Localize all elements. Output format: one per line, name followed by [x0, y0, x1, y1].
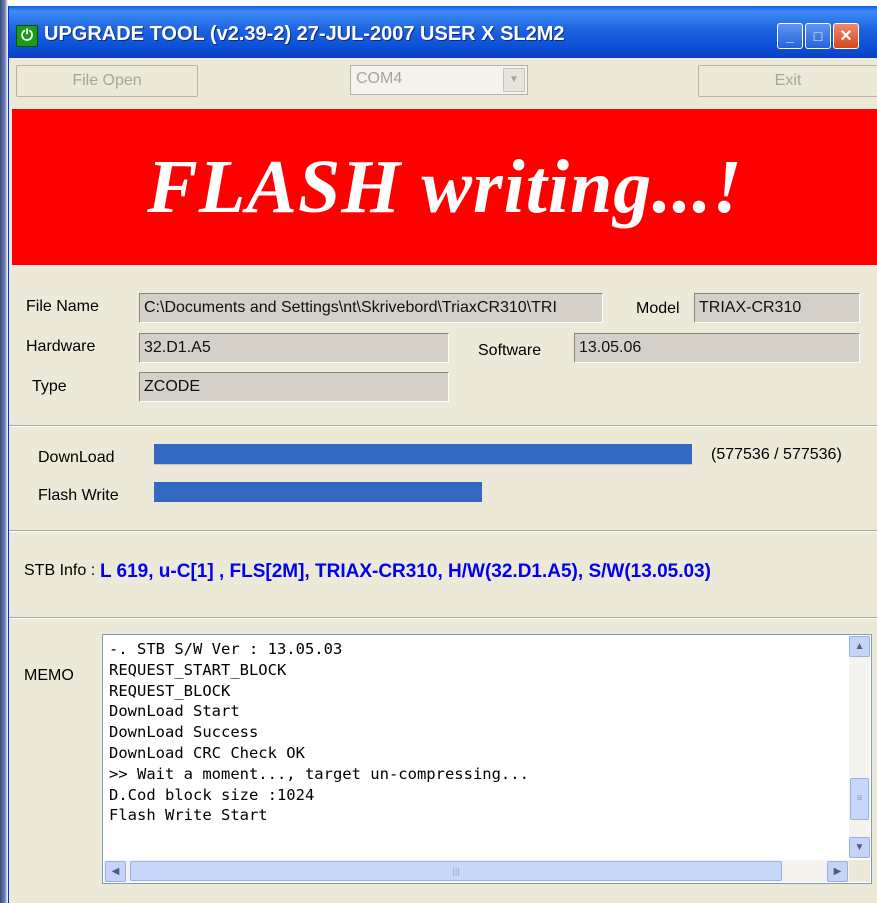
- flash-write-progress-bar: [154, 480, 692, 502]
- memo-textarea[interactable]: -. STB S/W Ver : 13.05.03 REQUEST_START_B…: [102, 634, 872, 884]
- upgrade-tool-window: ⏻ UPGRADE TOOL (v2.39-2) 27-JUL-2007 USE…: [8, 6, 877, 903]
- model-field: TRIAX-CR310: [694, 293, 860, 323]
- model-label: Model: [636, 300, 680, 317]
- scroll-right-icon[interactable]: ▶: [827, 861, 848, 882]
- memo-line: DownLoad Start: [109, 702, 240, 721]
- power-icon[interactable]: ⏻: [16, 25, 38, 47]
- banner-text: FLASH writing...!: [147, 145, 743, 229]
- download-label: DownLoad: [38, 449, 115, 466]
- download-count: (577536 / 577536): [711, 446, 842, 463]
- download-progress-fill: [154, 444, 692, 464]
- status-banner: FLASH writing...!: [12, 109, 877, 265]
- divider: [9, 425, 877, 427]
- memo-line: >> Wait a moment..., target un-compressi…: [109, 764, 529, 783]
- file-name-field: C:\Documents and Settings\nt\Skrivebord\…: [139, 293, 603, 323]
- horizontal-scroll-thumb[interactable]: |||: [130, 861, 782, 881]
- scroll-left-icon[interactable]: ◀: [105, 861, 126, 882]
- minimize-button[interactable]: _: [777, 23, 803, 49]
- port-value: COM4: [356, 70, 403, 87]
- memo-line: -. STB S/W Ver : 13.05.03: [109, 640, 343, 658]
- memo-line: DownLoad Success: [109, 723, 259, 742]
- memo-line: REQUEST_BLOCK: [109, 681, 231, 700]
- divider: [9, 617, 877, 619]
- flash-write-label: Flash Write: [38, 487, 119, 504]
- software-label: Software: [478, 342, 542, 359]
- maximize-button[interactable]: □: [805, 23, 831, 49]
- title-bar[interactable]: ⏻ UPGRADE TOOL (v2.39-2) 27-JUL-2007 USE…: [9, 6, 877, 58]
- memo-label: MEMO: [24, 667, 74, 684]
- stb-info-value: L 619, u-C[1] , FLS[2M], TRIAX-CR310, H/…: [100, 561, 711, 582]
- scroll-down-icon[interactable]: ▼: [849, 837, 870, 858]
- chevron-down-icon[interactable]: ▼: [503, 68, 525, 92]
- type-field: ZCODE: [139, 372, 449, 402]
- download-progress-bar: [154, 442, 692, 465]
- close-icon: ×: [840, 25, 852, 47]
- window-title: UPGRADE TOOL (v2.39-2) 27-JUL-2007 USER …: [44, 23, 565, 45]
- memo-line: DownLoad CRC Check OK: [109, 743, 305, 762]
- type-label: Type: [32, 378, 67, 395]
- vertical-scroll-thumb[interactable]: ≡: [850, 778, 869, 820]
- scroll-up-icon[interactable]: ▲: [849, 636, 870, 657]
- maximize-icon: □: [813, 28, 823, 44]
- file-name-label: File Name: [26, 298, 99, 315]
- flash-write-progress-fill: [154, 482, 482, 502]
- desktop-edge: [0, 0, 8, 903]
- memo-line: REQUEST_START_BLOCK: [109, 660, 287, 679]
- memo-line: D.Cod block size :1024: [109, 785, 315, 804]
- port-select[interactable]: COM4 ▼: [350, 65, 528, 95]
- scrollbar-corner: [849, 860, 870, 882]
- exit-button[interactable]: Exit: [698, 65, 877, 97]
- hardware-label: Hardware: [26, 338, 96, 355]
- stb-info-label: STB Info :: [24, 562, 96, 579]
- hardware-field: 32.D1.A5: [139, 333, 449, 363]
- memo-lines: -. STB S/W Ver : 13.05.03 REQUEST_START_B…: [109, 639, 839, 826]
- memo-line: Flash Write Start: [109, 806, 268, 825]
- minimize-icon: _: [786, 28, 794, 44]
- horizontal-scrollbar[interactable]: ◀ ||| ▶: [104, 860, 849, 882]
- divider: [9, 530, 877, 532]
- close-button[interactable]: ×: [833, 23, 859, 49]
- vertical-scrollbar[interactable]: ▲ ≡ ▼: [849, 636, 870, 858]
- software-field: 13.05.06: [574, 333, 860, 363]
- file-open-button[interactable]: File Open: [16, 65, 198, 97]
